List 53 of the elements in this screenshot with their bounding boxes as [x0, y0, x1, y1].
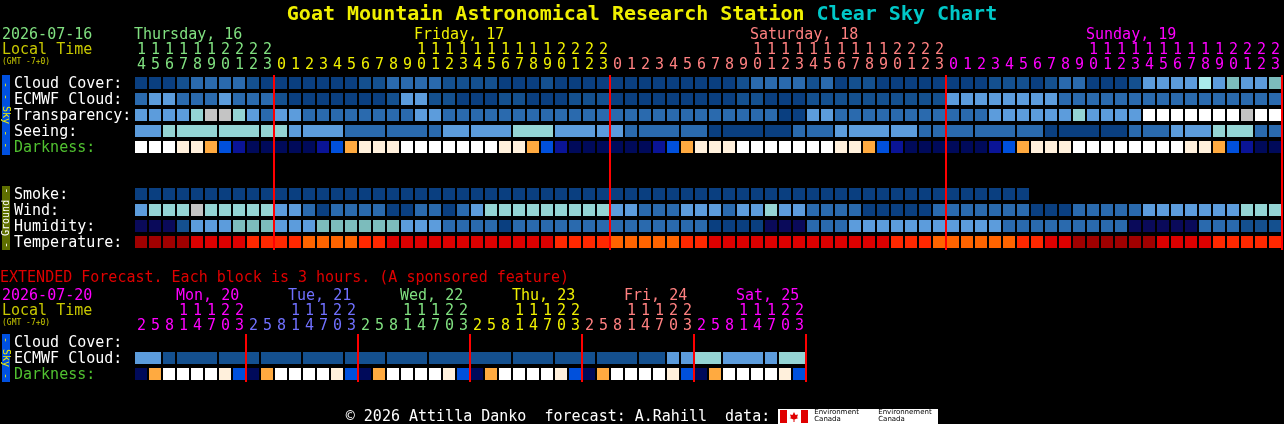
date-label: 2026-07-16	[2, 27, 94, 42]
hour-tens-digits: 11111111112222	[417, 42, 613, 57]
hour-ones-digits: 012345678901234567890123	[276, 57, 613, 72]
row-label: Darkness:	[14, 366, 97, 382]
day-label: Thursday, 16	[134, 27, 243, 42]
row-label: Cloud Cover:	[14, 334, 124, 350]
hour-tens-digits: 11122	[515, 303, 585, 318]
day-label: Thu, 23	[512, 288, 576, 303]
hour-tens-digits: 11111111112222	[753, 42, 949, 57]
row-label: Smoke:	[14, 186, 70, 202]
hour-tens-digits: 1111112222	[137, 42, 277, 57]
row-label: ECMWF Cloud:	[14, 91, 124, 107]
time-label: Local Time	[2, 42, 94, 57]
credit-text: © 2026 Attilla Danko forecast: A.Rahill data:	[345, 408, 771, 424]
timezone-label: (GMT -7+0)	[2, 318, 52, 328]
day-label: Saturday, 18	[750, 27, 859, 42]
row-label: Wind:	[14, 202, 61, 218]
hour-ones-digits: 25814703	[136, 318, 249, 333]
timezone-label: (GMT -7+0)	[2, 57, 52, 67]
hour-tens-digits: 11122	[739, 303, 809, 318]
date-label: 2026-07-20	[2, 288, 94, 303]
hour-ones-digits: 012345678901234567890123	[948, 57, 1284, 72]
row-label: Humidity:	[14, 218, 96, 234]
hour-ones-digits: 25814703	[584, 318, 697, 333]
day-label: Friday, 17	[414, 27, 505, 42]
hour-tens-digits: 11122	[291, 303, 361, 318]
day-label: Sunday, 19	[1086, 27, 1177, 42]
day-label: Fri, 24	[624, 288, 688, 303]
extended-forecast-note: EXTENDED Forecast. Each block is 3 hours. (A sponsored feature)	[0, 269, 570, 285]
chart-title: Clear Sky Chart	[816, 1, 998, 25]
hour-ones-digits: 25814703	[360, 318, 473, 333]
hour-ones-digits: 25814703	[472, 318, 585, 333]
day-label: Wed, 22	[400, 288, 464, 303]
hour-tens-digits: 11111111112222	[1089, 42, 1284, 57]
hour-ones-digits: 012345678901234567890123	[612, 57, 949, 72]
day-label: Tue, 21	[288, 288, 352, 303]
row-label: ECMWF Cloud:	[14, 350, 124, 366]
hour-ones-digits: 25814703	[696, 318, 809, 333]
station-title: Goat Mountain Astronomical Research Station	[286, 1, 805, 25]
hour-ones-digits: 25814703	[248, 318, 361, 333]
row-label: Darkness:	[14, 139, 97, 155]
flag-icon	[780, 409, 809, 423]
row-label: Seeing:	[14, 123, 78, 139]
day-label: Sat, 25	[736, 288, 800, 303]
hour-tens-digits: 11122	[179, 303, 249, 318]
hour-ones-digits: 4567890123	[136, 57, 277, 72]
hour-tens-digits: 11122	[403, 303, 473, 318]
time-label: Local Time	[2, 303, 94, 318]
row-label: Transparency:	[14, 107, 133, 123]
hour-tens-digits: 11122	[627, 303, 697, 318]
row-label: Cloud Cover:	[14, 75, 124, 91]
row-label: Temperature:	[14, 234, 124, 250]
day-label: Mon, 20	[176, 288, 240, 303]
